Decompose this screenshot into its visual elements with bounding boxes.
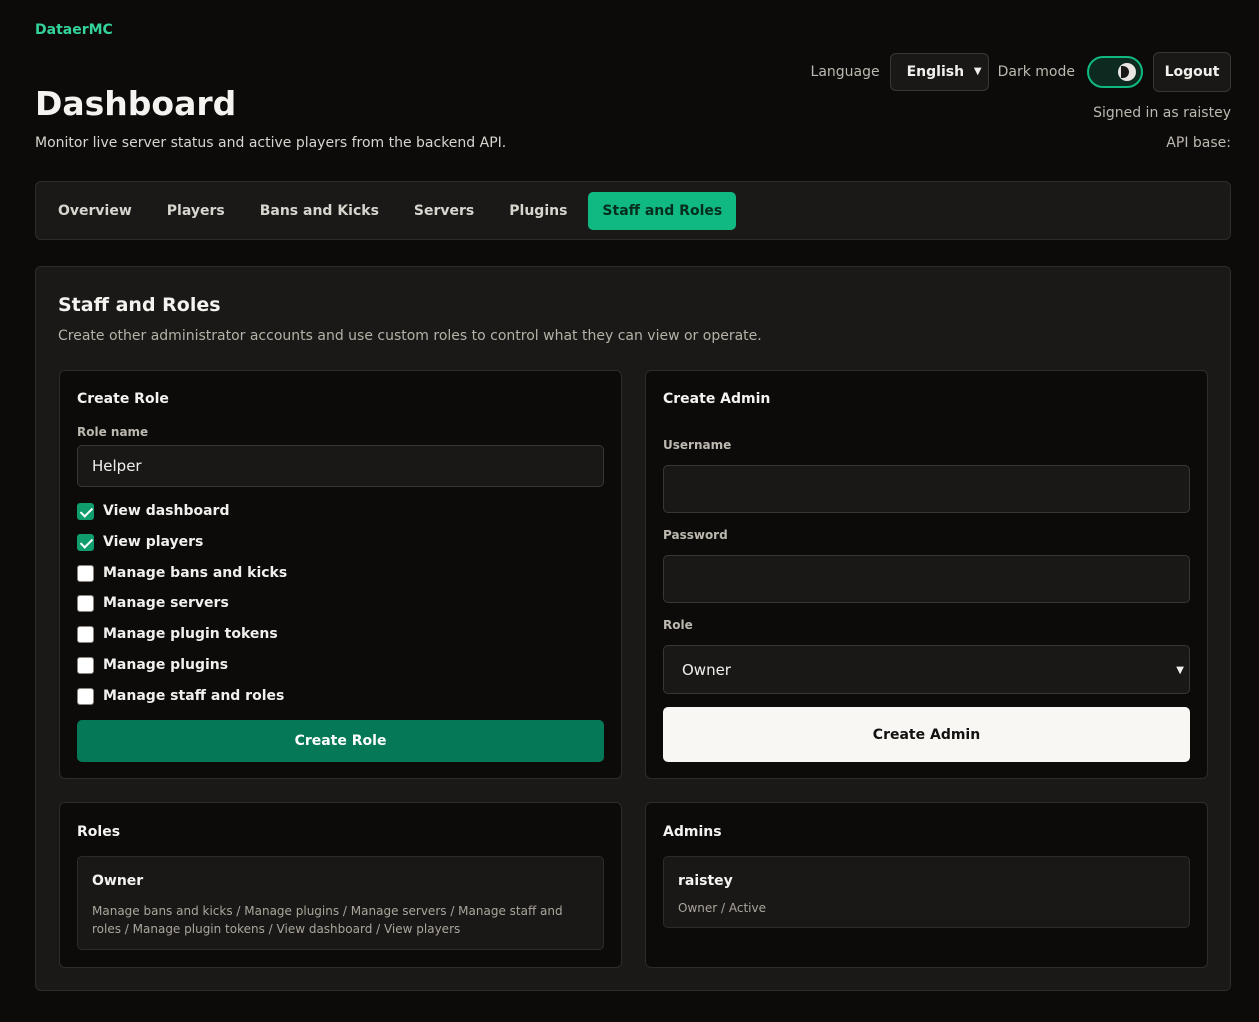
create-admin-card: Create Admin Username Password Role Owne…: [645, 370, 1208, 779]
checkbox-icon[interactable]: [77, 656, 94, 674]
permission-label: Manage bans and kicks: [103, 565, 288, 581]
tab-staff-and-roles[interactable]: Staff and Roles: [588, 191, 737, 230]
language-label: Language: [810, 64, 880, 80]
role-item-name: Owner: [92, 873, 144, 889]
roles-card: Roles Owner Manage bans and kicks / Mana…: [59, 802, 622, 968]
username-label: Username: [663, 438, 732, 452]
section-title: Staff and Roles: [58, 294, 221, 316]
api-base-text: API base:: [1166, 135, 1231, 151]
logout-button[interactable]: Logout: [1153, 52, 1231, 92]
permission-label: Manage plugins: [103, 657, 229, 673]
chevron-down-icon: ▼: [1176, 665, 1184, 676]
permission-manage-plugin-tokens[interactable]: Manage plugin tokens: [77, 624, 278, 644]
role-select[interactable]: Owner ▼: [663, 645, 1190, 694]
role-select-value: Owner: [682, 660, 731, 679]
permission-label: View dashboard: [103, 503, 230, 519]
username-input[interactable]: [663, 465, 1190, 513]
role-name-label: Role name: [77, 425, 149, 439]
admin-item-meta: Owner / Active: [678, 901, 766, 915]
create-admin-button[interactable]: Create Admin: [663, 707, 1190, 762]
password-input[interactable]: [663, 555, 1190, 603]
permission-view-players[interactable]: View players: [77, 532, 203, 552]
checkbox-checked-icon[interactable]: [77, 502, 94, 520]
brand-logo-text: DataerMC: [35, 22, 113, 38]
page-title: Dashboard: [35, 84, 237, 123]
permission-view-dashboard[interactable]: View dashboard: [77, 501, 229, 521]
top-controls: Language English ▼ Dark mode Logout: [811, 52, 1231, 92]
role-item[interactable]: Owner Manage bans and kicks / Manage plu…: [77, 856, 604, 950]
password-label: Password: [663, 528, 728, 542]
admin-item-name: raistey: [678, 873, 733, 889]
create-role-title: Create Role: [77, 391, 169, 407]
tab-plugins[interactable]: Plugins: [495, 192, 581, 230]
permission-label: View players: [103, 534, 204, 550]
permission-manage-plugins[interactable]: Manage plugins: [77, 655, 228, 675]
create-admin-title: Create Admin: [663, 391, 771, 407]
dark-mode-toggle[interactable]: [1087, 56, 1143, 88]
tab-bar: Overview Players Bans and Kicks Servers …: [35, 181, 1231, 240]
admins-card: Admins raistey Owner / Active: [645, 802, 1208, 968]
tab-servers[interactable]: Servers: [400, 192, 488, 230]
permission-manage-staff-roles[interactable]: Manage staff and roles: [77, 686, 284, 706]
tab-overview[interactable]: Overview: [44, 192, 146, 230]
permission-label: Manage servers: [103, 595, 229, 611]
permission-manage-bans-kicks[interactable]: Manage bans and kicks: [77, 563, 287, 583]
admins-title: Admins: [663, 824, 722, 840]
create-role-card: Create Role Role name Helper View dashbo…: [59, 370, 622, 779]
checkbox-checked-icon[interactable]: [77, 533, 94, 551]
staff-roles-panel: Staff and Roles Create other administrat…: [35, 266, 1231, 991]
role-item-permissions: Manage bans and kicks / Manage plugins /…: [92, 904, 563, 936]
language-select-value: English: [906, 64, 965, 80]
permission-label: Manage plugin tokens: [103, 626, 278, 642]
signed-in-text: Signed in as raistey: [1093, 105, 1231, 121]
roles-title: Roles: [77, 824, 121, 840]
checkbox-icon[interactable]: [77, 687, 94, 705]
tab-bans-and-kicks[interactable]: Bans and Kicks: [246, 192, 393, 230]
role-name-input[interactable]: Helper: [77, 445, 604, 487]
checkbox-icon[interactable]: [77, 594, 94, 612]
section-description: Create other administrator accounts and …: [58, 328, 762, 344]
chevron-down-icon: ▼: [973, 66, 982, 77]
checkbox-icon[interactable]: [77, 564, 94, 582]
toggle-knob-icon: [1118, 63, 1136, 81]
tab-players[interactable]: Players: [153, 192, 239, 230]
permission-label: Manage staff and roles: [103, 688, 285, 704]
language-select[interactable]: English ▼: [889, 53, 989, 91]
page-subtitle: Monitor live server status and active pl…: [35, 135, 507, 151]
role-label: Role: [663, 618, 693, 632]
checkbox-icon[interactable]: [77, 625, 94, 643]
dark-mode-label: Dark mode: [997, 64, 1075, 80]
admin-item[interactable]: raistey Owner / Active: [663, 856, 1190, 928]
create-role-button[interactable]: Create Role: [77, 720, 604, 762]
permission-manage-servers[interactable]: Manage servers: [77, 593, 229, 613]
